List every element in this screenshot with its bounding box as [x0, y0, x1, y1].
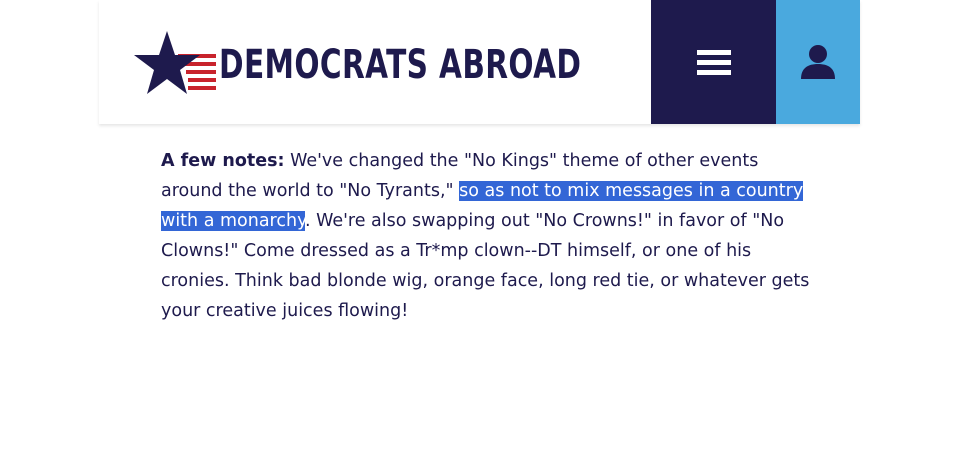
logo-text: DEMOCRATS ABROAD	[219, 42, 582, 88]
user-icon	[801, 45, 835, 79]
event-notes: A few notes: We've changed the "No Kings…	[161, 146, 811, 326]
notes-paragraph: A few notes: We've changed the "No Kings…	[161, 146, 811, 326]
hamburger-icon	[696, 49, 731, 75]
star-flag-icon	[134, 31, 216, 94]
menu-button[interactable]	[651, 0, 776, 124]
site-header: DEMOCRATS ABROAD	[99, 0, 860, 124]
democrats-abroad-logo[interactable]: DEMOCRATS ABROAD	[134, 28, 709, 98]
notes-lead: A few notes:	[161, 151, 285, 171]
account-button[interactable]	[776, 0, 860, 124]
